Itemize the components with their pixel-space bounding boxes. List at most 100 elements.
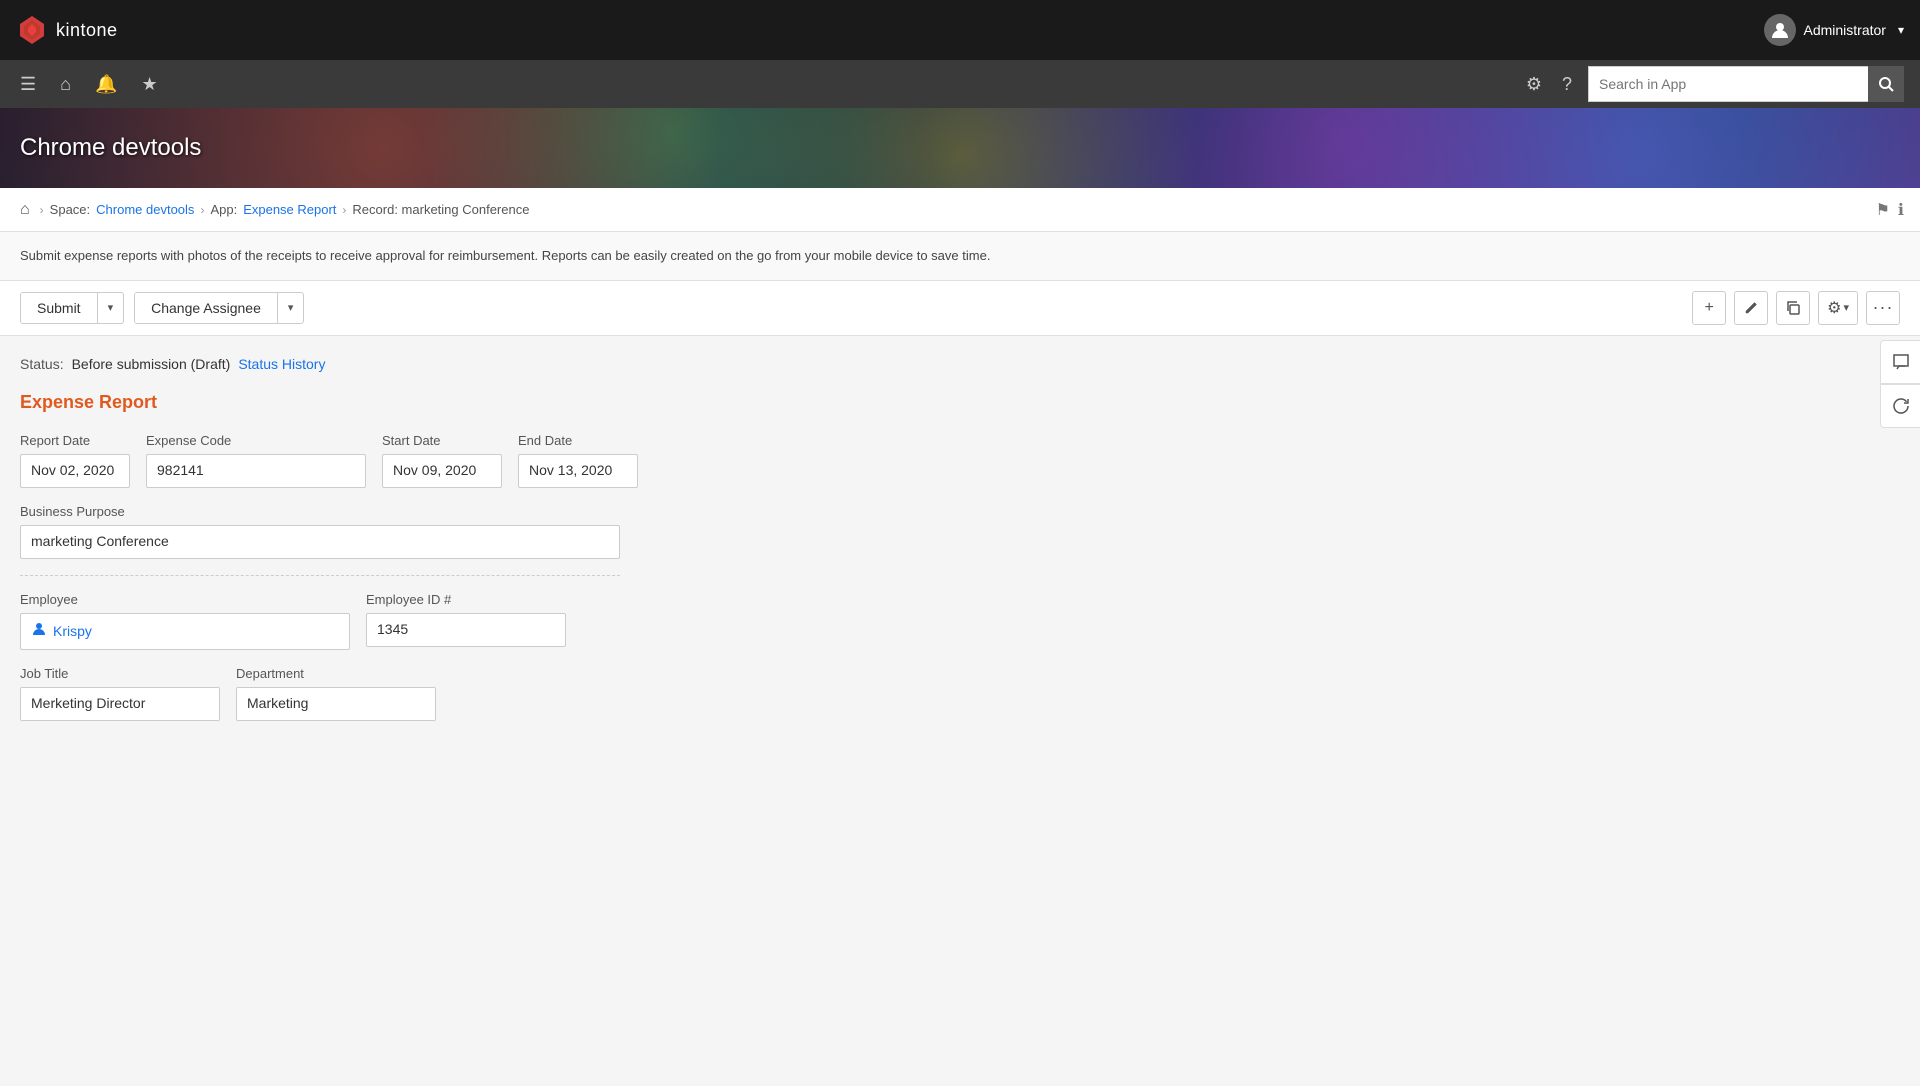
employee-id-field: Employee ID # 1345 — [366, 592, 566, 647]
logo-text: kintone — [56, 20, 118, 41]
gear-icon: ⚙ — [1827, 298, 1841, 318]
form-title: Expense Report — [20, 392, 1900, 413]
content-area: Status: Before submission (Draft) Status… — [0, 336, 1920, 1086]
job-title-field: Job Title Merketing Director — [20, 666, 220, 721]
change-assignee-dropdown-arrow[interactable]: ▾ — [278, 294, 304, 321]
end-date-field: End Date Nov 13, 2020 — [518, 433, 638, 488]
chat-panel-button[interactable] — [1880, 340, 1920, 384]
top-nav-left: kintone — [16, 14, 118, 46]
form-divider — [20, 575, 620, 576]
breadcrumb-icons: ⚑ ℹ — [1876, 200, 1904, 220]
edit-icon — [1743, 300, 1759, 316]
employee-label: Employee — [20, 592, 350, 607]
breadcrumb-record-text: Record: marketing Conference — [352, 202, 529, 217]
user-name: Administrator — [1804, 22, 1886, 38]
search-button[interactable] — [1868, 66, 1904, 102]
breadcrumb-app-label: App: — [210, 202, 237, 217]
status-line: Status: Before submission (Draft) Status… — [20, 356, 1900, 372]
refresh-icon — [1891, 396, 1911, 416]
form-row-4: Job Title Merketing Director Department … — [20, 666, 1900, 721]
start-date-value: Nov 09, 2020 — [382, 454, 502, 488]
business-purpose-field: Business Purpose marketing Conference — [20, 504, 620, 559]
breadcrumb-space-label: Space: — [50, 202, 90, 217]
form-row-2: Business Purpose marketing Conference — [20, 504, 1900, 559]
top-nav-right: Administrator ▾ — [1764, 14, 1905, 46]
search-input[interactable] — [1588, 66, 1868, 102]
gear-dropdown-arrow: ▾ — [1843, 301, 1849, 314]
info-icon[interactable]: ℹ — [1898, 200, 1904, 220]
banner-title: Chrome devtools — [20, 134, 201, 162]
filter-icon[interactable]: ⚑ — [1876, 200, 1890, 220]
end-date-value: Nov 13, 2020 — [518, 454, 638, 488]
status-value: Before submission (Draft) — [72, 356, 231, 372]
chevron-down-icon: ▾ — [1898, 23, 1904, 37]
search-icon — [1878, 76, 1894, 92]
secondary-nav-left: ☰ ⌂ 🔔 ★ — [16, 70, 162, 99]
top-navigation: kintone Administrator ▾ — [0, 0, 1920, 60]
employee-name[interactable]: Krispy — [53, 623, 92, 639]
employee-user-icon — [31, 621, 47, 642]
submit-dropdown-arrow[interactable]: ▾ — [98, 294, 124, 321]
hamburger-menu-icon[interactable]: ☰ — [16, 70, 40, 99]
secondary-nav-right: ⚙ ? — [1522, 66, 1904, 102]
breadcrumb-sep-2: › — [200, 203, 204, 217]
breadcrumb-app-link[interactable]: Expense Report — [243, 202, 336, 217]
action-bar-left: Submit ▾ Change Assignee ▾ — [20, 292, 304, 324]
edit-record-button[interactable] — [1734, 291, 1768, 325]
change-assignee-button-group: Change Assignee ▾ — [134, 292, 304, 324]
employee-value-container: Krispy — [20, 613, 350, 650]
expense-code-field: Expense Code 982141 — [146, 433, 366, 488]
star-icon[interactable]: ★ — [137, 70, 161, 99]
end-date-label: End Date — [518, 433, 638, 448]
avatar — [1764, 14, 1796, 46]
employee-id-label: Employee ID # — [366, 592, 566, 607]
status-history-link[interactable]: Status History — [238, 356, 325, 372]
job-title-label: Job Title — [20, 666, 220, 681]
header-banner: Chrome devtools — [0, 108, 1920, 188]
description-text: Submit expense reports with photos of th… — [20, 248, 990, 263]
copy-record-button[interactable] — [1776, 291, 1810, 325]
form-row-1: Report Date Nov 02, 2020 Expense Code 98… — [20, 433, 1900, 488]
start-date-field: Start Date Nov 09, 2020 — [382, 433, 502, 488]
right-panel — [1880, 340, 1920, 428]
business-purpose-label: Business Purpose — [20, 504, 620, 519]
breadcrumb-space-link[interactable]: Chrome devtools — [96, 202, 194, 217]
breadcrumb-bar: ⌂ › Space: Chrome devtools › App: Expens… — [0, 188, 1920, 232]
employee-field: Employee Krispy — [20, 592, 350, 650]
action-bar: Submit ▾ Change Assignee ▾ + ⚙ ▾ ··· — [0, 281, 1920, 336]
submit-button-group: Submit ▾ — [20, 292, 124, 324]
breadcrumb: ⌂ › Space: Chrome devtools › App: Expens… — [16, 197, 529, 223]
help-icon[interactable]: ? — [1558, 70, 1576, 99]
start-date-label: Start Date — [382, 433, 502, 448]
submit-button[interactable]: Submit — [21, 293, 98, 323]
report-date-field: Report Date Nov 02, 2020 — [20, 433, 130, 488]
report-date-label: Report Date — [20, 433, 130, 448]
business-purpose-value: marketing Conference — [20, 525, 620, 559]
department-label: Department — [236, 666, 436, 681]
status-label: Status: — [20, 356, 64, 372]
home-icon[interactable]: ⌂ — [56, 70, 75, 99]
refresh-panel-button[interactable] — [1880, 384, 1920, 428]
breadcrumb-sep-3: › — [342, 203, 346, 217]
bell-icon[interactable]: 🔔 — [91, 70, 121, 99]
change-assignee-button[interactable]: Change Assignee — [135, 293, 278, 323]
search-area — [1588, 66, 1904, 102]
description-bar: Submit expense reports with photos of th… — [0, 232, 1920, 281]
logo-area[interactable]: kintone — [16, 14, 118, 46]
expense-code-value: 982141 — [146, 454, 366, 488]
department-field: Department Marketing — [236, 666, 436, 721]
user-area[interactable]: Administrator ▾ — [1764, 14, 1905, 46]
department-value: Marketing — [236, 687, 436, 721]
action-bar-right: + ⚙ ▾ ··· — [1692, 291, 1900, 325]
more-options-button[interactable]: ··· — [1866, 291, 1900, 325]
settings-button-group[interactable]: ⚙ ▾ — [1818, 291, 1858, 325]
secondary-navigation: ☰ ⌂ 🔔 ★ ⚙ ? — [0, 60, 1920, 108]
report-date-value: Nov 02, 2020 — [20, 454, 130, 488]
form-row-3: Employee Krispy Employee ID # 1345 — [20, 592, 1900, 650]
chat-icon — [1891, 352, 1911, 372]
add-record-button[interactable]: + — [1692, 291, 1726, 325]
settings-icon[interactable]: ⚙ — [1522, 70, 1546, 99]
employee-id-value: 1345 — [366, 613, 566, 647]
job-title-value: Merketing Director — [20, 687, 220, 721]
breadcrumb-home-icon[interactable]: ⌂ — [16, 197, 34, 223]
